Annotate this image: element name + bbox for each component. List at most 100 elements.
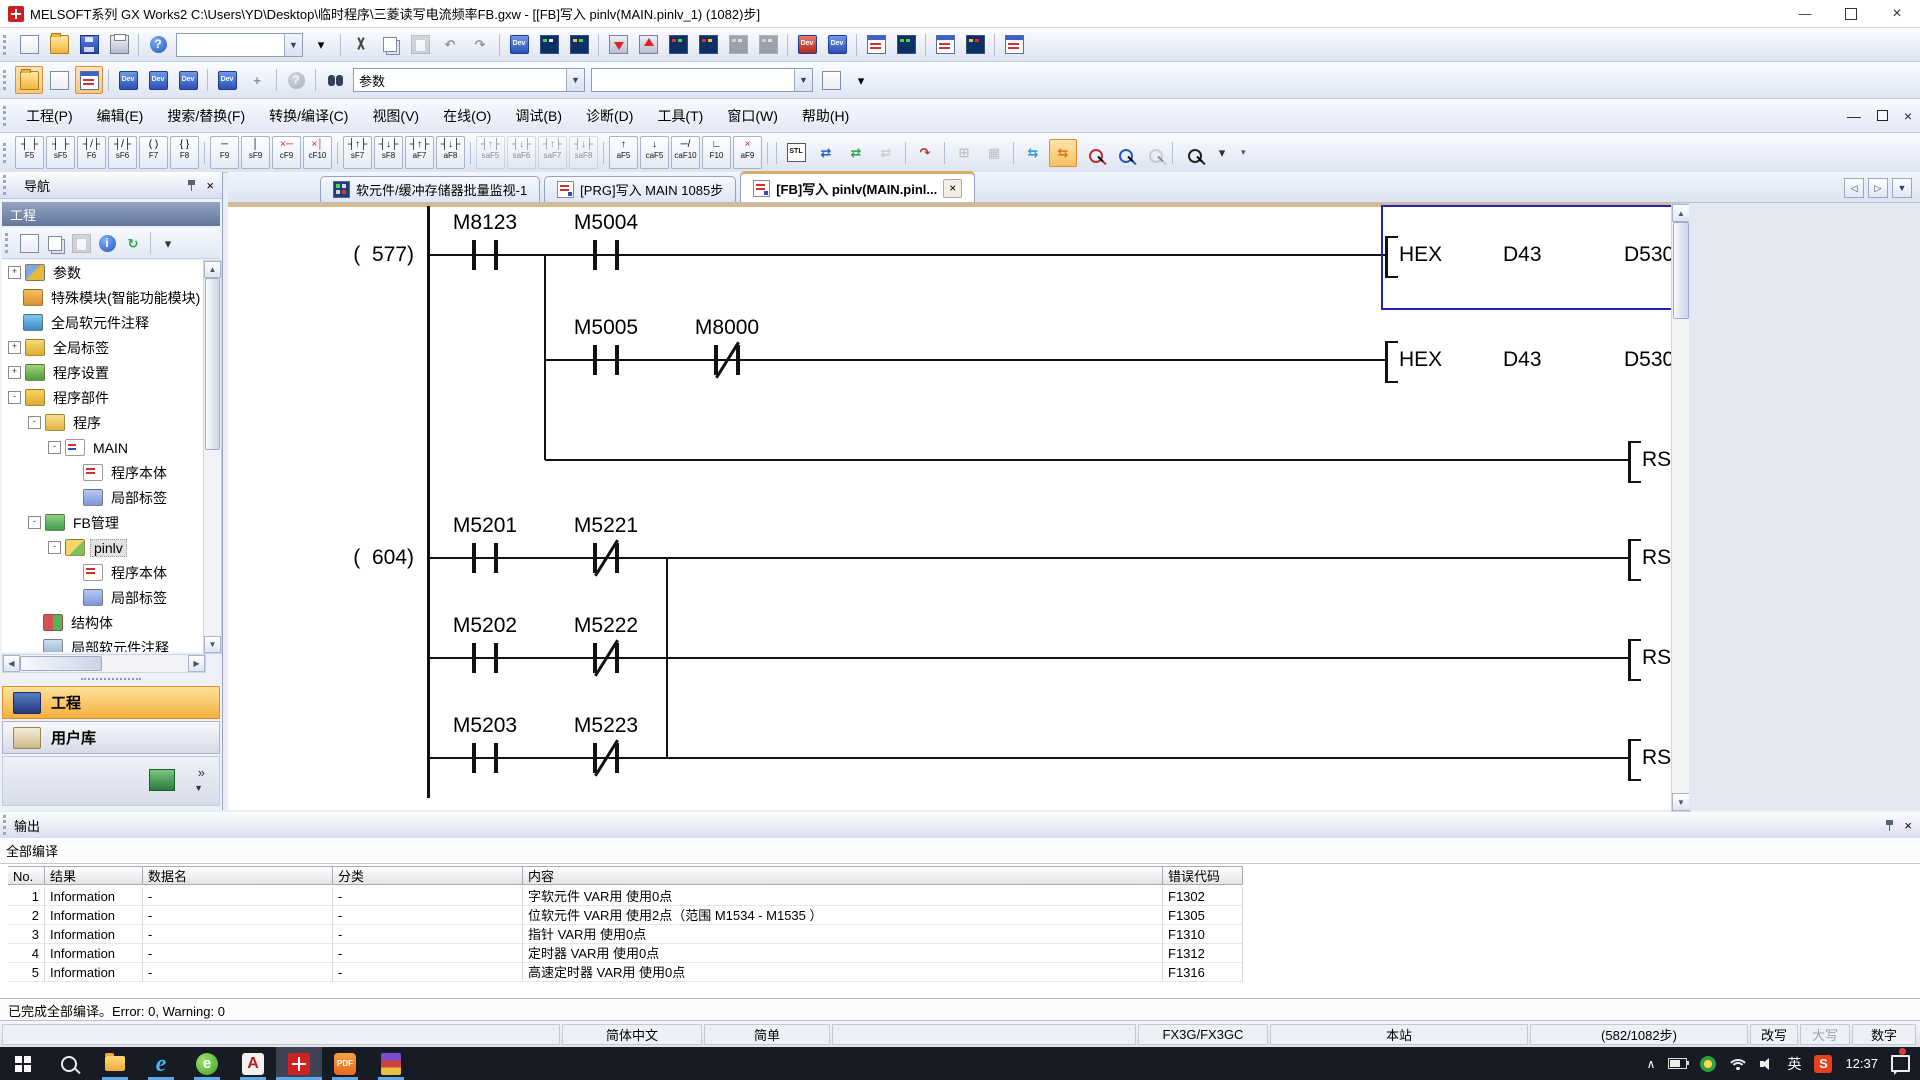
menu-item-3[interactable]: 转换/编译(C) [257,101,360,131]
tree-item-程序部件[interactable]: -程序部件 [2,385,204,410]
tab-scroll-left-icon[interactable]: ◁ [1844,178,1864,198]
find-results-button[interactable] [817,66,845,94]
ladder-window-button[interactable] [75,66,103,94]
window-cascade-button[interactable] [1000,31,1028,59]
tree-item-特殊模块(智能功能模块)[interactable]: 特殊模块(智能功能模块) [2,285,204,310]
convert-button[interactable]: ⇄ [812,139,840,167]
comment-display-button[interactable] [45,66,73,94]
ladder-key-saF8[interactable]: ┤↓├saF8 [569,136,598,169]
output-close-icon[interactable]: × [1904,818,1912,833]
ladder-key-sF8[interactable]: ┤↓├sF8 [374,136,403,169]
ladder-key-F10[interactable]: ∟F10 [702,136,731,169]
tab-1[interactable]: [PRG]写入 MAIN 1085步 [544,176,736,202]
tab-close-icon[interactable]: × [943,179,962,198]
cut-button[interactable] [346,31,374,59]
tree-item-程序设置[interactable]: +程序设置 [2,360,204,385]
nav-splitter[interactable] [0,673,222,685]
device-comment2-button[interactable]: Dev [114,66,142,94]
ladder-key-aF5[interactable]: ↑aF5 [609,136,638,169]
toolbar2-options-button[interactable]: ▾ [847,66,875,94]
mdi-close-button[interactable]: × [1904,108,1912,124]
internet-explorer-icon[interactable]: e [138,1047,184,1080]
insert-column-button[interactable]: ▦ [980,139,1008,167]
copy-button[interactable] [376,31,404,59]
nav-sort-button[interactable]: ▾ [156,231,180,255]
ladder-edit-button[interactable] [862,31,890,59]
start-button[interactable] [0,1047,46,1080]
tree-item-程序本体[interactable]: 程序本体 [2,460,204,485]
expand-icon[interactable]: + [8,366,21,379]
monitor-start-button[interactable] [724,31,752,59]
combobox-dropdown-icon[interactable]: ▼ [284,34,302,56]
sogou-icon[interactable]: S [1814,1055,1832,1073]
crosshair-button[interactable]: + [243,66,271,94]
combobox-dropdown-icon[interactable]: ▼ [566,69,584,91]
device-init-button[interactable]: Dev [213,66,241,94]
notification-icon[interactable] [1891,1055,1910,1072]
battery-icon[interactable] [1668,1058,1687,1069]
column-header-4[interactable]: 内容 [523,866,1163,885]
ladder-key-F5[interactable]: ┤ ├F5 [15,136,44,169]
convert-check-button[interactable]: ⇄ [872,139,900,167]
output-row-2[interactable]: 2Information--位软元件 VAR用 使用2点（范围 M1534 - … [8,906,1243,925]
tree-item-pinlv[interactable]: -pinlv [2,535,204,560]
collapse-icon[interactable]: - [48,541,61,554]
device-test-blue-button[interactable]: Dev [823,31,851,59]
tree-item-局部标签[interactable]: 局部标签 [2,485,204,510]
ladder-key-saF7[interactable]: ┤↑├saF7 [538,136,567,169]
browser-360-icon[interactable]: e [184,1047,230,1080]
nav-vertical-scrollbar[interactable]: ▲ ▼ [203,260,222,654]
ladder-key-aF8[interactable]: ┤↓├aF8 [436,136,465,169]
monitor-write-button[interactable] [694,31,722,59]
menu-item-5[interactable]: 在线(O) [431,101,503,131]
wifi-icon[interactable] [1729,1057,1747,1070]
collapse-icon[interactable]: - [8,391,21,404]
write-to-plc-button[interactable] [604,31,632,59]
ladder-key-saF5[interactable]: ┤↑├saF5 [476,136,505,169]
nav-refresh-button[interactable]: ↻ [121,231,145,255]
print-button[interactable] [105,31,133,59]
connection-destination-icon[interactable] [149,769,175,791]
new-project-button[interactable] [15,31,43,59]
help-button[interactable]: ? [144,31,172,59]
insert-row-button[interactable]: ⊞ [950,139,978,167]
nav-button-user-library[interactable]: 用户库 [2,721,220,754]
comment-toggle-button[interactable]: ⇆ [1019,139,1047,167]
mdi-restore-button[interactable] [1877,110,1888,121]
buffer-monitor-button[interactable] [565,31,593,59]
menu-item-0[interactable]: 工程(P) [14,101,85,131]
output-row-1[interactable]: 1Information--字软元件 VAR用 使用0点F1302 [8,887,1243,906]
menu-item-8[interactable]: 工具(T) [645,101,715,131]
mdi-minimize-button[interactable]: — [1847,108,1861,124]
tree-item-全局标签[interactable]: +全局标签 [2,335,204,360]
pin-icon[interactable] [187,179,196,192]
column-header-5[interactable]: 错误代码 [1163,866,1243,885]
nav-copy-button[interactable] [43,231,67,255]
tree-item-参数[interactable]: +参数 [2,260,204,285]
close-button[interactable]: × [1874,0,1920,27]
paste-button[interactable] [406,31,434,59]
stl-button[interactable]: STL [782,139,810,167]
sampling-trace-button[interactable] [931,31,959,59]
ladder-key-sF9[interactable]: │sF9 [241,136,270,169]
find-device-button[interactable] [321,66,349,94]
tree-item-程序[interactable]: -程序 [2,410,204,435]
column-header-1[interactable]: 结果 [45,866,143,885]
file-explorer-icon[interactable] [92,1047,138,1080]
menu-item-9[interactable]: 窗口(W) [715,101,790,131]
combobox-dropdown-icon[interactable]: ▼ [794,69,812,91]
ladder-key-sF5[interactable]: ┤ ├sF5 [46,136,75,169]
toolbar-combobox[interactable]: ▼ [176,33,303,57]
ladder-key-aF7[interactable]: ┤↑├aF7 [405,136,434,169]
chevron-more-icon[interactable]: » [198,765,205,780]
device-comment-button[interactable]: Dev [505,31,533,59]
editor-vertical-scrollbar[interactable]: ▲ ▼ [1671,203,1691,812]
open-project-button[interactable] [45,31,73,59]
toolbar-combobox[interactable]: ▼ [591,68,813,92]
speaker-icon[interactable] [1760,1058,1774,1070]
nav-new-button[interactable] [17,231,41,255]
output-pin-icon[interactable] [1885,819,1894,832]
tab-scroll-right-icon[interactable]: ▷ [1868,178,1888,198]
tree-item-局部标签[interactable]: 局部标签 [2,585,204,610]
tree-item-FB管理[interactable]: -FB管理 [2,510,204,535]
